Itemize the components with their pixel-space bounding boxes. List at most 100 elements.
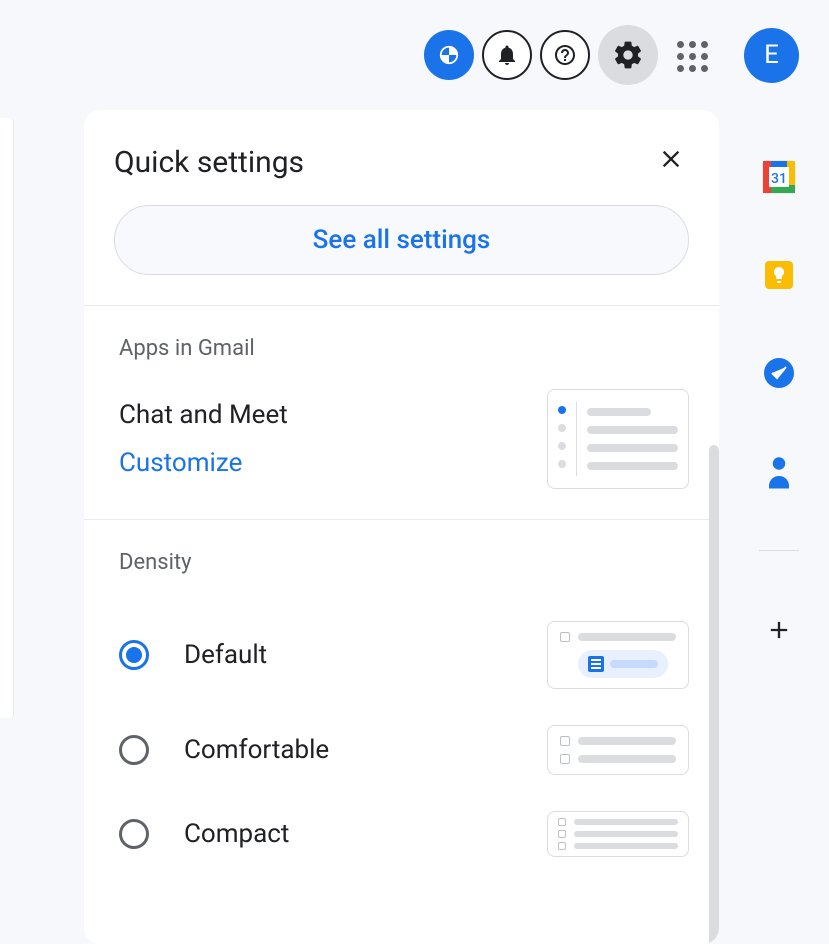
density-label: Default [184,640,267,670]
preview-dot [558,460,566,468]
preview-dot [558,424,566,432]
tasks-icon [761,355,797,391]
keep-icon [761,257,797,293]
calendar-icon: 31 [761,159,797,195]
apps-dot [677,41,684,48]
close-button[interactable] [653,140,689,185]
see-all-settings-button[interactable]: See all settings [114,205,689,275]
settings-button[interactable] [598,25,658,85]
preview-row [560,736,676,746]
apps-dot [677,53,684,60]
preview-dot [558,442,566,450]
scrollbar[interactable] [709,445,719,944]
apps-dot [689,65,696,72]
preview-lines [587,402,678,476]
preview-chip-bar [610,660,658,668]
left-edge [0,110,14,944]
preview-dot-active [558,406,566,414]
account-avatar[interactable]: E [744,28,799,83]
contacts-icon [764,453,794,489]
preview-line [587,408,651,416]
question-icon [553,43,577,67]
preview-line [587,444,678,452]
apps-dot [689,53,696,60]
preview-row [558,830,678,838]
preview-bar [574,831,678,837]
preview-checkbox [560,754,570,764]
bell-icon [495,43,519,67]
apps-dot [677,65,684,72]
preview-bar [578,737,676,745]
chat-meet-row: Chat and Meet Customize [119,389,689,489]
density-section: Density Default [84,520,719,905]
panel-wrapper: Quick settings See all settings Apps in … [14,110,729,944]
preview-checkbox [558,830,566,838]
density-preview-default [547,621,689,689]
preview-row [560,754,676,764]
close-icon [657,145,685,173]
preview-checkbox [558,842,566,850]
density-left: Default [119,640,267,670]
labs-icon-button[interactable] [424,30,474,80]
preview-row [558,842,678,850]
keep-app-button[interactable] [760,256,798,294]
preview-chip [578,650,668,678]
customize-link[interactable]: Customize [119,448,288,478]
preview-bar [578,633,676,641]
tasks-app-button[interactable] [760,354,798,392]
radio-unchecked[interactable] [119,819,149,849]
add-app-button[interactable] [760,611,798,649]
preview-line [587,462,678,470]
sidebar-divider [759,550,799,551]
contacts-app-button[interactable] [760,452,798,490]
chat-meet-preview [547,389,689,489]
density-left: Compact [119,819,289,849]
apps-dot [689,41,696,48]
apps-section-title: Apps in Gmail [119,336,689,361]
chat-meet-label: Chat and Meet [119,400,288,430]
density-preview-compact [547,811,689,857]
svg-text:31: 31 [771,171,787,187]
density-option-default[interactable]: Default [119,603,689,707]
preview-dots [558,402,566,476]
labs-icon [438,44,460,66]
chat-meet-info: Chat and Meet Customize [119,400,288,478]
density-section-title: Density [119,550,689,575]
preview-divider [576,402,577,476]
preview-line [587,426,678,434]
notifications-button[interactable] [482,30,532,80]
preview-bar [574,819,678,825]
apps-dot [701,53,708,60]
preview-row [560,632,676,642]
preview-bar [578,755,676,763]
preview-bar [574,843,678,849]
panel-header: Quick settings [84,110,719,205]
plus-icon [765,616,793,644]
help-button[interactable] [540,30,590,80]
preview-row [558,818,678,826]
document-icon [588,656,604,672]
apps-dot [701,65,708,72]
calendar-app-button[interactable]: 31 [760,158,798,196]
main-area: Quick settings See all settings Apps in … [0,110,829,944]
header-bar: E [0,0,829,110]
apps-launcher-button[interactable] [666,30,716,80]
left-panel-edge [0,118,14,718]
gear-icon [612,39,644,71]
density-preview-comfortable [547,725,689,775]
quick-settings-panel: Quick settings See all settings Apps in … [84,110,719,944]
density-option-compact[interactable]: Compact [119,793,689,875]
apps-section: Apps in Gmail Chat and Meet Customize [84,306,719,519]
panel-title: Quick settings [114,145,304,180]
radio-checked[interactable] [119,640,149,670]
preview-checkbox [560,632,570,642]
preview-checkbox [560,736,570,746]
radio-unchecked[interactable] [119,735,149,765]
density-label: Comfortable [184,735,329,765]
right-sidebar: 31 [729,110,829,944]
apps-dot [701,41,708,48]
preview-checkbox [558,818,566,826]
density-left: Comfortable [119,735,329,765]
density-option-comfortable[interactable]: Comfortable [119,707,689,793]
density-label: Compact [184,819,289,849]
